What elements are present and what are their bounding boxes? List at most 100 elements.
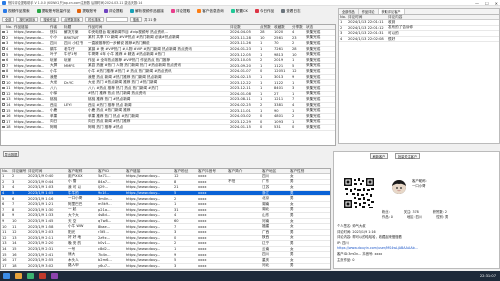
filter-button-2[interactable]: 搜索作品 [40,16,60,23]
top_grid-col-header[interactable]: 作者 [49,25,63,30]
comments-col-header[interactable]: 评论时间 [347,15,387,20]
top_grid-col-header[interactable]: 分享数 [291,25,305,30]
toolbar-label: 客户信息查询 [202,8,224,13]
bottom_grid-col-header[interactable]: 客户简介 [227,169,261,174]
search-button[interactable]: 搜索 [129,16,143,23]
maximize-button[interactable]: ☐ [485,1,489,6]
close-button[interactable]: ✕ [495,1,498,6]
toolbar-item-5[interactable]: 评论提取 [170,9,190,14]
table-cell: https://www.do... [14,114,45,119]
table-cell: https://www.do... [14,35,45,40]
top_grid-col-header[interactable]: No. [5,25,13,29]
bottom_grid-col-header[interactable]: 客户抖音号 [197,169,227,174]
bottom_grid-col-header[interactable]: 评论时间 [27,169,67,174]
top_grid-col-header[interactable]: 标题 [63,25,87,30]
table-cell: xxxx [198,258,207,263]
toolbar-item-9[interactable]: 查看日志 [281,9,301,14]
comments-col-header[interactable]: No. [339,15,347,19]
bottom_grid-col-header[interactable]: No. [1,169,11,173]
tab-2[interactable]: 获取评论客户 [378,9,405,14]
table-cell: https://www.douy... [126,247,161,252]
app-icon-taskbar[interactable] [39,273,46,279]
table-cell: https://www.douy... [126,241,161,246]
table-cell: 采集完成 [306,119,321,124]
top_grid-col-header[interactable]: 作品时间 [87,25,229,30]
filter-input[interactable] [105,16,128,23]
filter-button-0[interactable]: 全部 [2,16,15,23]
table-cell: 3 [12,179,15,184]
table-cell: 3 [292,86,295,91]
time-label: 评论时间: [337,229,352,234]
export-button[interactable]: 导出数据 [3,151,19,157]
explorer-icon[interactable] [15,273,22,279]
table-cell: 2024/1/13 22:02:08 [348,37,384,42]
top_grid-col-header[interactable]: 状态 [305,25,335,30]
comments-panel: 全部作品 作品评论 获取评论客户 No. 评论时间 评论内容 1 2024/1/13 22:… [338,8,500,144]
toolbar-item-6[interactable]: 客户信息查询 [197,9,224,14]
bottom_grid-col-header[interactable]: 客户性别 [289,169,313,174]
table-cell: 11 [6,86,11,91]
toolbar-item-0[interactable]: 视频作品搜索 [3,9,30,14]
table-cell: 2024-01-08 [230,91,251,96]
table-cell: 西瓜 #热门 推荐 热点 新闻 [88,102,132,107]
table-cell: 不怕 [228,179,236,184]
bottom_grid-col-header[interactable]: 客户链接 [125,169,173,174]
table-cell: 2023/1/9 1:16 [28,196,54,201]
table-cell: https://www.do... [14,58,45,63]
filter-button-3[interactable]: 点赞数排序 [61,16,83,23]
table-cell: 2024-03-02 [230,114,251,119]
table-cell: 山东 [262,212,270,217]
minimize-button[interactable]: — [475,1,479,6]
browser-icon[interactable] [27,273,34,279]
filter-button-1[interactable]: 按时间排序 [16,16,39,23]
table-cell: 2023/1/9 3:02 [28,263,54,268]
table-cell: https://www.do... [14,103,45,108]
nickname-value: 一口小哥 [412,184,426,189]
table-cell: 1 [260,108,263,113]
table-row[interactable]: 18 https://www.do... 阿明 阿明 热门 推荐 #热点 2024-01… [1,125,335,131]
table-cell: 用户XXX [68,173,83,178]
table-cell: 3m0n... [98,196,112,201]
toolbar-item-7[interactable]: 配置CK [230,9,248,14]
toolbar-item-8[interactable]: 今日作品 [254,9,274,14]
refresh-customer-button[interactable]: 刷新客户 [370,153,388,159]
table-cell: 男 [290,229,294,234]
comments-col-header[interactable]: 评论内容 [387,15,487,20]
table-cell: r3t5... [98,230,109,235]
table-cell: 2023/1/9 1:05 [28,191,54,196]
table-cell: 1 [260,86,263,91]
top_grid-col-header[interactable]: 作品链接 [13,25,49,30]
bottom_grid-col-header[interactable]: 客户地区 [261,169,289,174]
table-cell: 1 [292,108,295,113]
toolbar-item-3[interactable]: 评论提取 [103,9,123,14]
filter-button-4[interactable]: 时长排序 [85,16,104,23]
table-cell: xxxx [198,207,207,212]
table-cell: 2023-12-22 [230,80,251,85]
toolbar-item-4[interactable]: 解析视频作品链接 [130,9,164,14]
toolbar-item-2[interactable]: 提取账号 [77,9,97,14]
table-cell: 江苏 [262,184,270,189]
bottom_grid-col-header[interactable]: 评论编号 [11,169,27,174]
tab-1[interactable]: 作品评论 [359,9,379,14]
top_grid-col-header[interactable]: 收藏数 [273,25,291,30]
follow-customers-button[interactable]: 批量关注客户 [395,153,420,159]
table-cell: 6 [2,202,5,207]
table-cell: 4 [174,213,177,218]
start-icon[interactable] [3,273,10,279]
top_grid-col-header[interactable]: 评论数 [229,25,259,30]
chat-icon[interactable] [51,273,58,279]
toolbar-item-1[interactable]: 提取账号批量作品 [36,9,70,14]
bottom_grid-col-header[interactable]: 客户ID [97,169,125,174]
comment-row[interactable]: 4 2024/1/13 22:02:08 很好 [339,37,499,43]
table-cell: 2 [292,114,295,119]
table-cell: xxxx [198,263,207,268]
table-cell: 84a7... [98,179,111,184]
table-row[interactable]: 17 18 2023/1/9 3:02 路人甲 y6u7... https://www.d… [1,263,330,269]
bottom_grid-col-header[interactable]: 客户粉丝 [173,169,197,174]
tab-0[interactable]: 全部作品 [339,9,359,14]
top_grid-col-header[interactable]: 点赞数 [259,25,273,30]
table-cell: 1 [6,30,9,35]
table-cell: 90 [274,108,279,113]
bottom_grid-col-header[interactable]: 客户昵称 [67,169,97,174]
result-count: 共 21 条 [144,18,157,22]
